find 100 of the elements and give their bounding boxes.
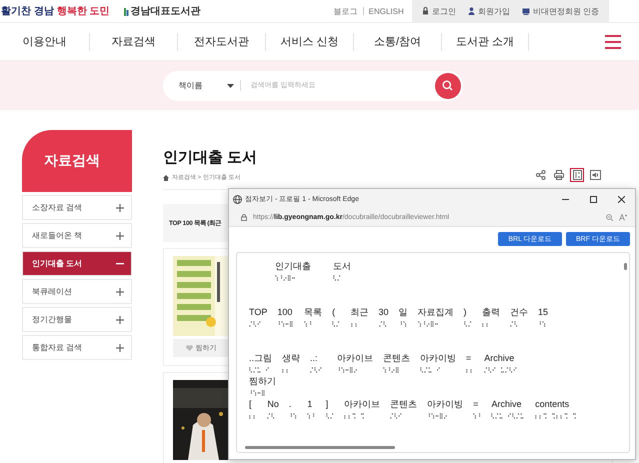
zoom-icon[interactable]	[606, 214, 613, 221]
braille-text: 생략	[282, 353, 300, 364]
slogan-text: 활기찬 경남	[1, 5, 54, 18]
braille-text: 콘텐츠	[382, 353, 410, 364]
braille-text: =	[473, 399, 480, 410]
sidebar-item[interactable]: 북큐레이션	[22, 279, 132, 304]
nav-item[interactable]: 전자도서관	[177, 32, 265, 50]
braille-text: 아카이빙	[427, 399, 464, 410]
logo-icon	[124, 6, 129, 16]
scrollbar-thumb[interactable]	[624, 263, 627, 270]
braille-text: 최근	[350, 307, 369, 318]
share-button[interactable]	[534, 168, 548, 182]
share-icon	[536, 170, 546, 180]
braille-drawing	[336, 367, 358, 373]
braille-drawing	[418, 321, 439, 327]
braille-text: TOP	[249, 307, 268, 318]
search-button[interactable]	[434, 72, 460, 98]
braille-drawing	[427, 413, 448, 419]
braille-drawing	[466, 367, 474, 373]
speaker-icon	[590, 170, 600, 180]
sidebar-item[interactable]: 소장자료 검색	[22, 195, 132, 220]
braille-drawing	[249, 390, 266, 396]
braille-drawing	[538, 321, 546, 327]
menu-button[interactable]	[605, 34, 621, 48]
nav-item[interactable]: 자료검색	[89, 32, 177, 50]
top-link[interactable]: ENGLISH	[368, 6, 404, 16]
braille-button[interactable]	[570, 168, 584, 182]
home-icon	[163, 174, 169, 180]
globe-icon	[233, 194, 242, 204]
caret-icon	[226, 84, 234, 88]
top-link[interactable]: 블로그	[334, 6, 358, 16]
braille-text: 아카이빙	[420, 353, 456, 364]
braille-text: 100	[277, 307, 294, 318]
braille-drawing	[382, 367, 400, 373]
sidebar-item[interactable]: 정기간행물	[22, 307, 132, 332]
braille-drawing	[307, 413, 316, 419]
nav-item[interactable]: 소통/참여	[353, 32, 441, 50]
braille-text: .	[288, 399, 292, 410]
braille-text: 15	[538, 307, 548, 318]
minimize-icon	[562, 198, 568, 200]
nav-item[interactable]: 도서관 소개	[441, 32, 529, 50]
category-select[interactable]: 책이름	[178, 80, 240, 91]
print-icon	[554, 170, 564, 180]
sidebar-title: 자료검색	[22, 130, 132, 192]
braille-text: 목록	[304, 307, 322, 318]
sidebar-item[interactable]: 통합자료 검색	[22, 335, 132, 360]
braille-text: Archive	[491, 399, 522, 410]
sidebar-item[interactable]: 새로들어온 책	[22, 223, 132, 248]
account-link[interactable]: 로그인	[422, 6, 456, 16]
plus-icon	[116, 204, 124, 212]
plus-icon	[116, 232, 124, 240]
braille-drawing	[473, 413, 482, 419]
close-icon	[618, 196, 624, 202]
read-aloud-icon[interactable]	[619, 214, 627, 221]
braille-drawing	[326, 413, 334, 419]
scrollbar-thumb[interactable]	[245, 446, 395, 449]
braille-text: No	[267, 399, 279, 410]
account-link[interactable]: 비대면정회원 인증	[522, 6, 599, 16]
braille-text: Archive	[484, 353, 516, 364]
braille-drawing	[350, 321, 359, 327]
braille-drawing	[535, 413, 578, 419]
braille-drawing	[333, 275, 342, 281]
braille-text: ..:	[310, 353, 319, 364]
nav-item[interactable]: 서비스 신청	[265, 32, 353, 50]
lock-icon	[422, 7, 429, 15]
braille-drawing	[332, 321, 341, 327]
braille-drawing	[344, 413, 366, 419]
library-logo[interactable]: 경남대표도서관	[130, 4, 201, 18]
braille-text: 출력	[482, 307, 500, 318]
nav-item[interactable]: 이용안내	[0, 32, 89, 50]
braille-text: 자료집계	[418, 307, 454, 318]
search-icon	[442, 80, 453, 91]
braille-text: (	[332, 307, 336, 318]
braille-drawing	[484, 367, 518, 373]
heart-icon	[186, 345, 192, 351]
braille-drawing	[249, 413, 258, 419]
braille-text: ]	[326, 399, 330, 410]
braille-text: 아카이브	[344, 399, 380, 410]
braille-drawing	[510, 321, 518, 327]
braille-text: 도서	[333, 261, 351, 272]
minus-icon	[116, 262, 124, 264]
braille-drawing	[277, 321, 294, 327]
maximize-icon	[590, 196, 596, 202]
person-icon	[468, 7, 475, 15]
lock-icon	[241, 214, 247, 221]
account-link[interactable]: 회원가입	[468, 6, 510, 16]
braille-text: 인기대출	[275, 261, 311, 272]
braille-drawing	[267, 413, 276, 419]
braille-drawing	[378, 321, 387, 327]
sidebar-item[interactable]: 인기대출 도서	[22, 251, 132, 276]
braille-text: 1	[307, 399, 314, 410]
braille-icon	[572, 170, 582, 180]
braille-drawing	[304, 321, 313, 327]
braille-text: [	[249, 399, 253, 410]
braille-drawing	[482, 321, 490, 327]
speaker-button[interactable]	[588, 168, 602, 182]
braille-drawing	[249, 367, 270, 373]
braille-text: 아카이브	[336, 353, 373, 364]
print-button[interactable]	[552, 168, 566, 182]
braille-drawing	[275, 275, 296, 281]
